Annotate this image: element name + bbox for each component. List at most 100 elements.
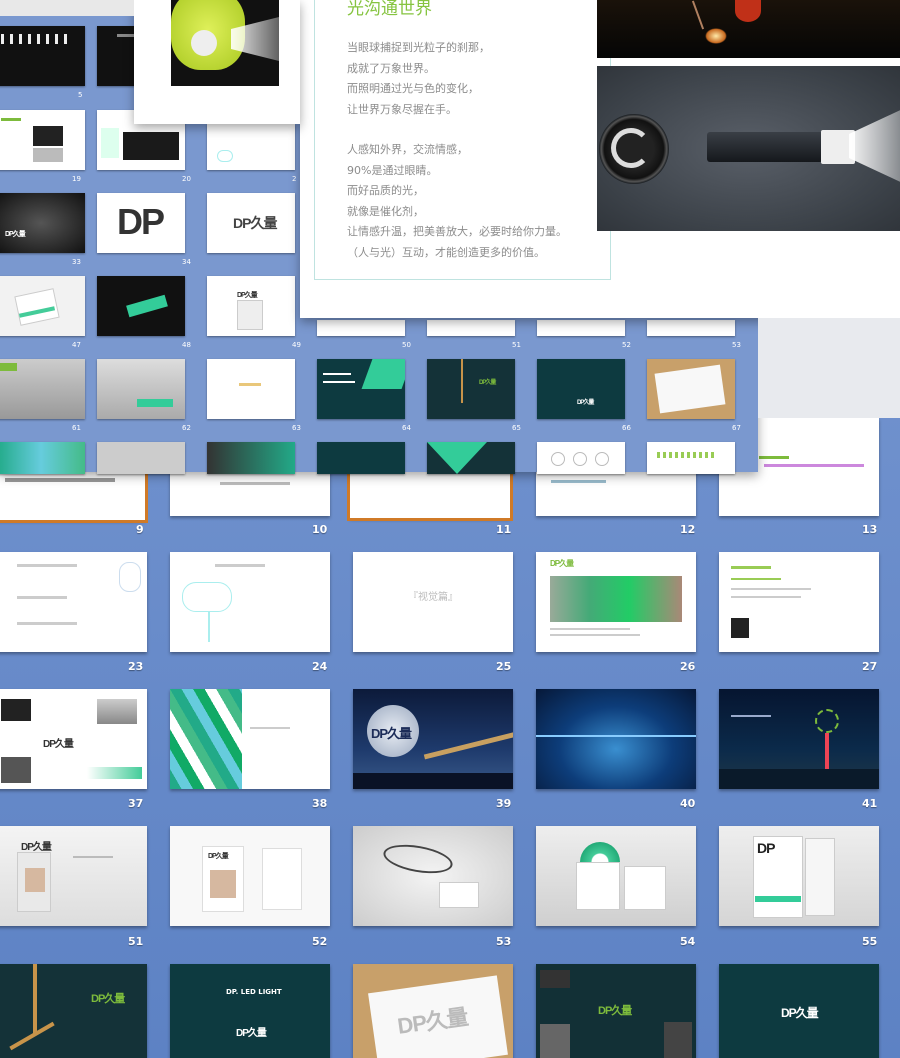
mini-big-dp: DP [117,201,165,242]
mini-thumb-76[interactable] [97,442,185,474]
slide-thumb-53[interactable] [353,826,513,926]
mini-slide-number: 52 [622,341,631,349]
slide-brand-logo: DP久量 [21,842,52,853]
mini-thumb-19[interactable] [0,110,85,170]
slide-number: 40 [680,797,696,810]
mini-thumb-33[interactable]: DP久量 [0,193,85,253]
mini-slide-number: 49 [292,341,301,349]
slide-thumb-66b[interactable]: DP. LED LIGHT DP久量 [170,964,330,1058]
slide-title: 光沟通世界 [347,0,432,19]
slide-number: 39 [496,797,512,810]
mini-slide-number: 53 [732,341,741,349]
mini-thumb-77[interactable] [207,442,295,474]
slide-thumb-67b[interactable]: DP久量 [353,964,513,1058]
slide-brand-logo: DP久量 [43,739,74,750]
mini-thumb-81[interactable] [647,442,735,474]
text-line: 而照明通过光与色的变化， [347,82,479,95]
mini-slide-number: 63 [292,424,301,432]
slide-thumb-41[interactable] [719,689,879,789]
slide-number: 52 [312,935,328,948]
mini-thumb-79[interactable] [427,442,515,474]
text-line: 当眼球捕捉到光粒子的刹那， [347,41,490,54]
slide-number: 54 [680,935,696,948]
slide-thumb-25[interactable]: 『视觉篇』 [353,552,513,652]
mini-thumb-47[interactable] [0,276,85,336]
mini-slide-number: 66 [622,424,631,432]
slide-thumb-69[interactable]: DP久量 [719,964,879,1058]
mini-thumb-62[interactable] [97,359,185,419]
slide-brand-logo: DP久量 [598,1005,632,1017]
slide-thumb-39[interactable]: DP久量 [353,689,513,789]
slide-thumb-26[interactable]: DP久量 [536,552,696,652]
slide-number: 37 [128,797,144,810]
slide-thumb-54[interactable] [536,826,696,926]
mini-slide-number: 50 [402,341,411,349]
mini-thumb-51[interactable] [427,320,515,336]
mini-thumb-52[interactable] [537,320,625,336]
mini-thumb-63[interactable] [207,359,295,419]
mini-thumb-53[interactable] [647,320,735,336]
mini-thumb-66[interactable]: DP久量 [537,359,625,419]
mini-slide-number: 5 [78,91,83,99]
slide-brand-logo: DP久量 [371,726,412,741]
slide-thumb-40[interactable] [536,689,696,789]
mini-thumb-67[interactable] [647,359,735,419]
text-line: 让世界万象尽握在手。 [347,102,457,116]
slide-number: 12 [680,523,696,536]
mini-slide-number: 51 [512,341,521,349]
slide-thumb-52[interactable]: DP久量 [170,826,330,926]
slide-paragraph-1: 当眼球捕捉到光粒子的刹那， 成就了万象世界。 而照明通过光与色的变化， 让世界万… [347,38,490,120]
slide-dp-light: DP. LED LIGHT [226,988,282,996]
slide-number: 24 [312,660,328,673]
slide-number: 10 [312,523,328,536]
text-line: 就像是催化剂， [347,204,424,218]
slide-thumb-27[interactable] [719,552,879,652]
slide-thumb-10[interactable] [170,470,330,516]
mini-thumb-78[interactable] [317,442,405,474]
slide-brand-logo: DP久量 [781,1006,819,1020]
mini-thumb-49[interactable]: DP久量 [207,276,295,336]
mini-brand-logo: DP久量 [5,231,26,238]
mini-thumb-61[interactable] [0,359,85,419]
text-line: （人与光）互动，才能创造更多的价值。 [347,245,545,259]
mini-thumb-35[interactable]: DP久量 [207,193,295,253]
slide-number: 51 [128,935,144,948]
slide-thumb-12[interactable] [536,470,696,516]
slide-thumb-24[interactable] [170,552,330,652]
mini-thumb-65[interactable]: DP久量 [427,359,515,419]
mini-brand-logo: DP久量 [479,380,496,386]
slide-thumb-38[interactable] [170,689,330,789]
mini-brand-logo: DP久量 [237,292,258,299]
slide-thumb-11[interactable] [347,467,513,521]
text-line: 让情感升温，把美善放大，必要时给你力量。 [347,225,567,238]
mini-slide-number: 2 [292,175,297,183]
slide-thumb-9[interactable] [0,467,148,523]
mini-thumb-34[interactable]: DP [97,193,185,253]
slide-thumb-37[interactable]: DP久量 [0,689,147,789]
mini-thumb-64[interactable] [317,359,405,419]
slide-number: 9 [136,523,144,536]
mini-thumb-75[interactable] [0,442,85,474]
mini-brand-logo: DP久量 [233,215,277,231]
mini-thumb-21[interactable] [207,124,295,170]
slide-number: 38 [312,797,328,810]
mini-slide-number: 65 [512,424,521,432]
side-panel-strip [758,318,900,418]
photo-lantern [597,0,900,58]
mini-slide-number: 33 [72,258,81,266]
slide-thumb-55[interactable]: DP [719,826,879,926]
mini-slide-number: 62 [182,424,191,432]
mini-slide-number: 61 [72,424,81,432]
slide-thumb-23[interactable] [0,552,147,652]
slide-thumb-68[interactable]: DP久量 [536,964,696,1058]
mini-thumb-48[interactable] [97,276,185,336]
slide-thumb-51b[interactable]: DP久量 [0,826,147,926]
slide-brand-logo: DP久量 [236,1028,267,1039]
slide-brand-logo: DP久量 [550,559,574,568]
slide-thumb-65b[interactable]: DP久量 [0,964,147,1058]
mini-thumb-80[interactable] [537,442,625,474]
slide-number: 55 [862,935,878,948]
mini-thumb-50[interactable] [317,320,405,336]
mini-thumb-5[interactable] [0,26,85,86]
text-line: 人感知外界，交流情感， [347,143,468,156]
